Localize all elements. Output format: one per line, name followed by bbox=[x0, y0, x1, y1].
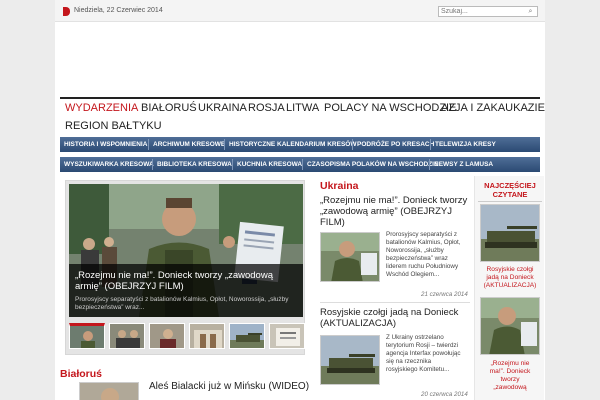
section-title-bialorus[interactable]: Białoruś bbox=[60, 368, 102, 380]
subnav-telewizja[interactable]: TELEWIZJA KRESY bbox=[435, 141, 496, 148]
ukraina-article-1-excerpt: Prorosyjscy separatyści z batalionów Kal… bbox=[386, 231, 461, 278]
nav-item-wydarzenia[interactable]: WYDARZENIA bbox=[65, 102, 138, 114]
featured-caption: „Rozejmu nie ma!”. Donieck tworzy „zawod… bbox=[69, 264, 303, 317]
calendar-icon bbox=[63, 7, 70, 16]
subnav-archiwum[interactable]: ARCHIWUM KRESOWE bbox=[153, 141, 225, 148]
nav-item-rosja[interactable]: ROSJA bbox=[248, 102, 285, 114]
ukraina-article-2-date: 20 czerwca 2014 bbox=[421, 391, 468, 398]
slider-thumb-1[interactable] bbox=[69, 323, 105, 349]
search-input[interactable] bbox=[441, 7, 521, 16]
slider-thumb-6[interactable] bbox=[269, 323, 305, 349]
bialorus-article-thumb[interactable] bbox=[79, 382, 139, 400]
ukraina-article-1-title[interactable]: „Rozejmu nie ma!”. Donieck tworzy „zawod… bbox=[320, 195, 470, 228]
featured-hero-image[interactable]: „Rozejmu nie ma!”. Donieck tworzy „zawod… bbox=[69, 184, 303, 317]
page-container: Niedziela, 22 Czerwiec 2014 ⌕ WYDARZENIA… bbox=[55, 0, 545, 400]
subnav-biblioteka[interactable]: BIBLIOTEKA KRESOWA bbox=[157, 161, 232, 168]
article-divider bbox=[320, 302, 470, 303]
main-nav: WYDARZENIA BIAŁORUŚ UKRAINA ROSJA LITWA … bbox=[60, 97, 545, 133]
section-title-ukraina[interactable]: Ukraina bbox=[320, 180, 359, 192]
most-read-sidebar: NAJCZĘŚCIEJ CZYTANE Rosyjskie czołgi jad… bbox=[474, 176, 544, 400]
ukraina-article-2-title[interactable]: Rosyjskie czołgi jadą na Donieck (AKTUAL… bbox=[320, 307, 470, 329]
current-date: Niedziela, 22 Czerwiec 2014 bbox=[74, 7, 163, 14]
search-box[interactable]: ⌕ bbox=[438, 6, 538, 17]
search-icon[interactable]: ⌕ bbox=[526, 8, 535, 16]
slider-thumbnails bbox=[69, 323, 305, 351]
ukraina-article-2-thumb[interactable] bbox=[320, 335, 380, 385]
subnav-kalendarium[interactable]: HISTORYCZNE KALENDARIUM KRESÓW bbox=[229, 141, 356, 148]
subnav-wyszukiwarka[interactable]: WYSZUKIWARKA KRESOWA bbox=[64, 161, 154, 168]
nav-item-azja-i-zakaukazie[interactable]: AZJA I ZAKAUKAZIE bbox=[441, 102, 545, 114]
sub-nav-1: HISTORIA I WSPOMNIENIA ARCHIWUM KRESOWE … bbox=[60, 137, 540, 152]
slider-thumb-4[interactable] bbox=[189, 323, 225, 349]
top-bar: Niedziela, 22 Czerwiec 2014 ⌕ bbox=[55, 0, 545, 22]
featured-excerpt: Prorosyjscy separatyści z batalionów Kal… bbox=[75, 296, 289, 311]
featured-title[interactable]: „Rozejmu nie ma!”. Donieck tworzy „zawod… bbox=[75, 270, 297, 292]
nav-item-ukraina[interactable]: UKRAINA bbox=[198, 102, 247, 114]
subnav-newsy[interactable]: NEWSY Z LAMUSA bbox=[434, 161, 493, 168]
most-read-thumb-2[interactable] bbox=[480, 297, 540, 355]
nav-item-litwa[interactable]: LITWA bbox=[286, 102, 319, 114]
ukraina-article-1-thumb[interactable] bbox=[320, 232, 380, 282]
ukraina-article-1-date: 21 czerwca 2014 bbox=[421, 291, 468, 298]
slider-thumb-2[interactable] bbox=[109, 323, 145, 349]
subnav-podroze[interactable]: PODRÓŻE PO KRESACH bbox=[357, 141, 434, 148]
ukraina-article-2-excerpt: Z Ukrainy ostrzelano terytorium Rosji – … bbox=[386, 334, 461, 373]
most-read-heading: NAJCZĘŚCIEJ CZYTANE bbox=[478, 178, 542, 202]
subnav-kuchnia[interactable]: KUCHNIA KRESOWA bbox=[237, 161, 302, 168]
subnav-historia[interactable]: HISTORIA I WSPOMNIENIA bbox=[64, 141, 147, 148]
slider-thumb-5[interactable] bbox=[229, 323, 265, 349]
most-read-thumb-1[interactable] bbox=[480, 204, 540, 262]
featured-slider: „Rozejmu nie ma!”. Donieck tworzy „zawod… bbox=[65, 180, 305, 355]
nav-item-region-baltyku[interactable]: REGION BAŁTYKU bbox=[65, 120, 162, 132]
subnav-czasopisma[interactable]: CZASOPISMA POLAKÓW NA WSCHODZIE bbox=[307, 161, 438, 168]
sub-nav-2: WYSZUKIWARKA KRESOWA BIBLIOTEKA KRESOWA … bbox=[60, 157, 540, 172]
most-read-caption-2[interactable]: „Rozejmu nie ma!”. Donieck tworzy „zawod… bbox=[478, 360, 542, 392]
bialorus-article-title[interactable]: Aleś Bialacki już w Mińsku (WIDEO) bbox=[149, 381, 309, 392]
nav-item-bialorus[interactable]: BIAŁORUŚ bbox=[141, 102, 197, 114]
nav-item-polacy-na-wschodzie[interactable]: POLACY NA WSCHODZIE bbox=[324, 102, 456, 114]
most-read-caption-1[interactable]: Rosyjskie czołgi jadą na Donieck (AKTUAL… bbox=[478, 266, 542, 290]
slider-thumb-3[interactable] bbox=[149, 323, 185, 349]
